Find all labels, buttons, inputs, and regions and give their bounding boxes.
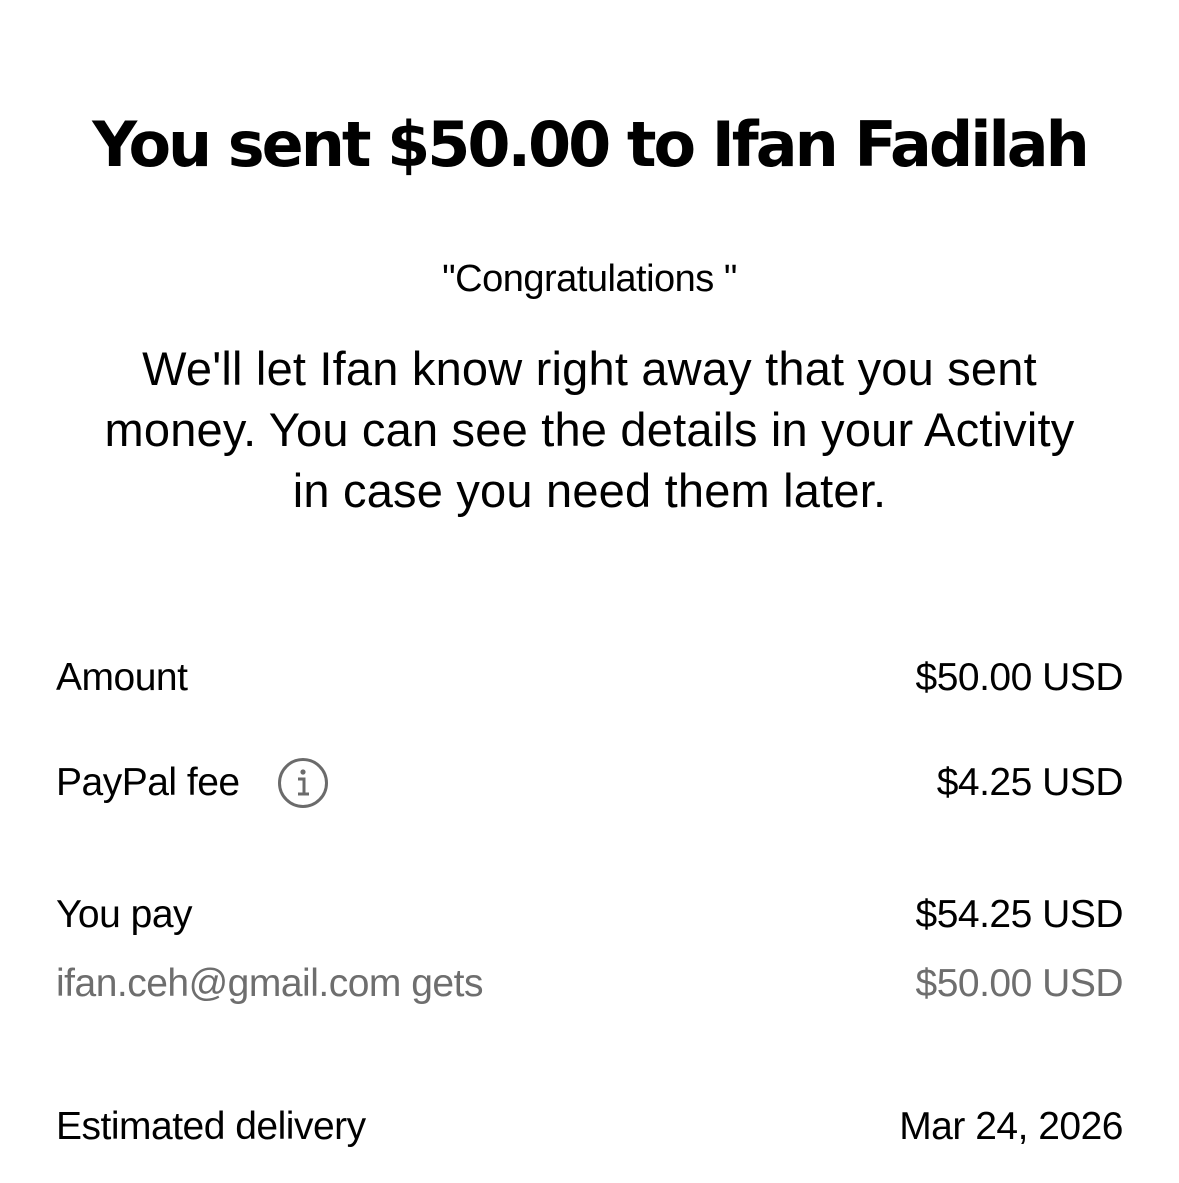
you-pay-row: You pay $54.25 USD bbox=[56, 887, 1124, 943]
recipient-gets-label: ifan.ceh@gmail.com gets bbox=[56, 962, 483, 1005]
recipient-gets-value: $50.00 USD bbox=[915, 962, 1124, 1005]
fee-label-group: PayPal fee bbox=[56, 758, 328, 808]
amount-row: Amount $50.00 USD bbox=[56, 650, 1124, 706]
page-title: You sent $50.00 to Ifan Fadilah bbox=[92, 108, 1090, 181]
fee-label: PayPal fee bbox=[56, 761, 240, 804]
info-icon[interactable] bbox=[277, 758, 328, 808]
estimated-delivery-row: Estimated delivery Mar 24, 2026 bbox=[56, 1099, 1123, 1155]
you-pay-label: You pay bbox=[56, 893, 193, 936]
fee-value: $4.25 USD bbox=[936, 761, 1124, 804]
estimated-delivery-label: Estimated delivery bbox=[56, 1105, 366, 1148]
amount-label: Amount bbox=[56, 656, 188, 699]
confirmation-message: We'll let Ifan know right away that you … bbox=[104, 342, 1075, 517]
recipient-gets-row: ifan.ceh@gmail.com gets $50.00 USD bbox=[56, 956, 1124, 1012]
amount-value: $50.00 USD bbox=[915, 656, 1124, 699]
payment-note: "Congratulations " bbox=[442, 258, 737, 300]
you-pay-value: $54.25 USD bbox=[915, 893, 1124, 936]
fee-row: PayPal fee $4.25 USD bbox=[56, 755, 1124, 811]
estimated-delivery-value: Mar 24, 2026 bbox=[899, 1105, 1123, 1148]
